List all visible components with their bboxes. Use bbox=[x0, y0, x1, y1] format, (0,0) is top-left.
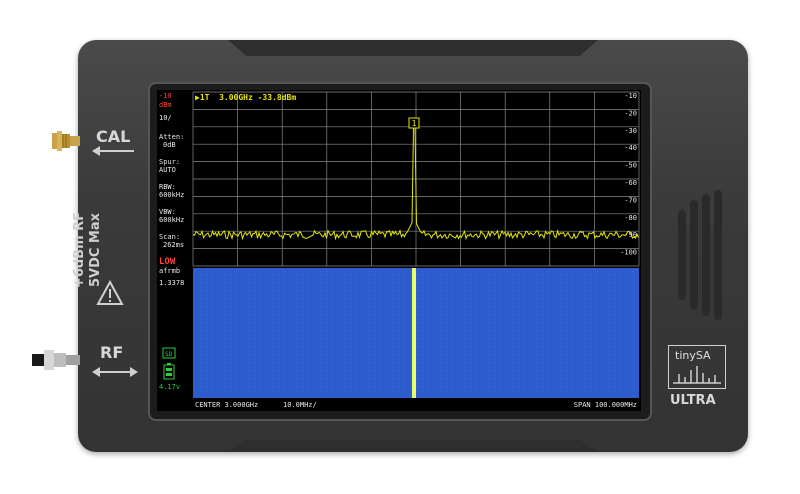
rbw-value[interactable]: 600kHz bbox=[159, 191, 184, 199]
right-axis-label: -40 bbox=[624, 144, 637, 152]
right-axis-label: -30 bbox=[624, 127, 637, 135]
bottom-bevel bbox=[228, 440, 598, 452]
right-axis-label: -100 bbox=[620, 249, 637, 257]
battery-voltage: 4.17v bbox=[159, 383, 180, 391]
rf-arrow bbox=[96, 371, 132, 373]
cal-label: CAL bbox=[96, 127, 131, 146]
version-label: 1.3378 bbox=[159, 279, 184, 287]
scale-per-div[interactable]: 10/ bbox=[159, 114, 172, 122]
rf-connector-icon[interactable] bbox=[32, 347, 80, 373]
rf-arrow-head-right-icon bbox=[130, 367, 138, 377]
vbw-value[interactable]: 600kHz bbox=[159, 216, 184, 224]
spectrum-logo-icon bbox=[673, 366, 721, 384]
waterfall-signal-line bbox=[412, 268, 416, 398]
right-axis-label: -60 bbox=[624, 179, 637, 187]
atten-value[interactable]: 0dB bbox=[163, 141, 176, 149]
cal-arrow-head-icon bbox=[92, 146, 100, 156]
spur-label: Spur: bbox=[159, 158, 180, 166]
top-bevel bbox=[228, 40, 598, 56]
atten-label: Atten: bbox=[159, 133, 184, 141]
marker-tag: 1 bbox=[412, 119, 417, 128]
marker-1[interactable]: 1 bbox=[408, 117, 420, 129]
afrmb-label: afrmb bbox=[159, 267, 180, 275]
brand-name: tinySA bbox=[675, 349, 711, 362]
lcd-screen[interactable]: 1 -10 dBm 10/ Atten: 0dB Spur: AUTO RBW:… bbox=[157, 90, 641, 411]
spur-value[interactable]: AUTO bbox=[159, 166, 176, 174]
rf-arrow-head-left-icon bbox=[92, 367, 100, 377]
cal-connector-icon[interactable] bbox=[52, 130, 80, 152]
ref-level[interactable]: -10 bbox=[159, 92, 172, 100]
right-axis-label: -10 bbox=[624, 92, 637, 100]
marker-readout[interactable]: ▶1T 3.00GHz -33.8dBm bbox=[195, 93, 296, 102]
vbw-label: VBW: bbox=[159, 208, 176, 216]
logo-box: tinySA bbox=[668, 345, 726, 389]
scan-label: Scan: bbox=[159, 233, 180, 241]
screen-bezel: 1 -10 dBm 10/ Atten: 0dB Spur: AUTO RBW:… bbox=[148, 82, 652, 421]
per-division: 10.0MHz/ bbox=[283, 401, 317, 409]
right-axis-label: -80 bbox=[624, 214, 637, 222]
battery-icon bbox=[163, 363, 175, 380]
sd-badge: SD bbox=[165, 351, 173, 358]
tinysa-logo: tinySA ULTRA bbox=[668, 345, 728, 415]
rf-label: RF bbox=[100, 343, 124, 362]
right-axis-label: -50 bbox=[624, 162, 637, 170]
rf-rating-line2: 5VDC Max bbox=[88, 212, 103, 288]
warning-icon bbox=[96, 280, 124, 305]
right-axis-label: -90 bbox=[624, 231, 637, 239]
cal-arrow bbox=[96, 150, 134, 152]
spectrum-display[interactable]: 1 -10 dBm 10/ Atten: 0dB Spur: AUTO RBW:… bbox=[157, 90, 641, 411]
right-axis-label: -20 bbox=[624, 109, 637, 117]
right-axis-label: -70 bbox=[624, 196, 637, 204]
rbw-label: RBW: bbox=[159, 183, 176, 191]
scan-value[interactable]: 262ms bbox=[163, 241, 184, 249]
tinysa-device: CAL +6dBm RF 5VDC Max RF tinySA ULTRA 1 … bbox=[32, 40, 748, 452]
span-frequency[interactable]: SPAN 100.000MHz bbox=[574, 401, 637, 409]
side-grip bbox=[678, 190, 722, 320]
rf-rating-line1: +6dBm RF bbox=[72, 211, 87, 289]
center-frequency[interactable]: CENTER 3.000GHz bbox=[195, 401, 258, 409]
model-name: ULTRA bbox=[670, 393, 716, 408]
mode-label[interactable]: LOW bbox=[159, 257, 176, 267]
ref-unit: dBm bbox=[159, 101, 172, 109]
